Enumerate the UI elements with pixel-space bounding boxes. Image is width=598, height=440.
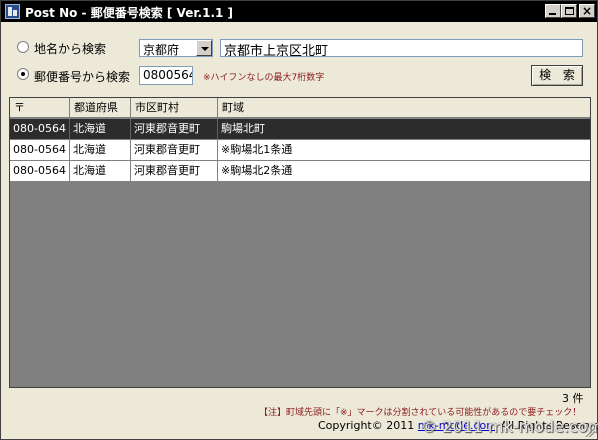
close-icon: × bbox=[582, 4, 593, 18]
results-header: 〒 都道府県 市区町村 町域 bbox=[10, 98, 590, 118]
results-grid[interactable]: 〒 都道府県 市区町村 町域 080-0564 北海道 河東郡音更町 駒場北町 … bbox=[9, 97, 591, 388]
cell-zip: 080-0564 bbox=[10, 161, 70, 181]
resize-grip-icon[interactable] bbox=[584, 426, 595, 437]
column-header-city[interactable]: 市区町村 bbox=[131, 98, 218, 117]
chevron-down-icon[interactable] bbox=[196, 40, 212, 56]
cell-city: 河東郡音更町 bbox=[131, 140, 218, 160]
cell-town: ※駒場北1条通 bbox=[221, 143, 293, 156]
minimize-icon bbox=[549, 13, 556, 15]
column-header-town[interactable]: 町域 bbox=[218, 98, 590, 117]
cell-prefecture: 北海道 bbox=[70, 140, 131, 160]
close-button[interactable]: × bbox=[579, 4, 595, 18]
radio-search-by-place[interactable] bbox=[17, 41, 29, 53]
cell-prefecture: 北海道 bbox=[70, 119, 131, 139]
window-title: Post No - 郵便番号検索 [ Ver.1.1 ] bbox=[25, 6, 234, 20]
cell-town: 駒場北町 bbox=[221, 122, 265, 135]
watermark: © 2011 mk-mode.com bbox=[421, 417, 598, 436]
maximize-icon bbox=[565, 7, 574, 15]
result-count: 3 件 bbox=[562, 392, 584, 405]
cell-prefecture: 北海道 bbox=[70, 161, 131, 181]
address-input[interactable]: 京都市上京区北町 bbox=[220, 39, 583, 57]
minimize-button[interactable] bbox=[545, 4, 561, 18]
search-by-zip-label[interactable]: 郵便番号から検索 bbox=[34, 68, 130, 85]
cell-city: 河東郡音更町 bbox=[131, 119, 218, 139]
cell-city: 河東郡音更町 bbox=[131, 161, 218, 181]
radio-search-by-zip[interactable] bbox=[17, 68, 29, 80]
app-icon[interactable] bbox=[5, 4, 20, 19]
prefecture-select-value: 京都府 bbox=[143, 43, 180, 57]
prefecture-select[interactable]: 京都府 bbox=[139, 39, 213, 57]
column-header-prefecture[interactable]: 都道府県 bbox=[70, 98, 131, 117]
zip-input[interactable]: 0800564 bbox=[139, 66, 193, 85]
cell-zip: 080-0564 bbox=[10, 119, 70, 139]
table-row[interactable]: 080-0564 北海道 河東郡音更町 ※駒場北2条通 bbox=[10, 161, 590, 182]
table-row[interactable]: 080-0564 北海道 河東郡音更町 駒場北町 bbox=[10, 119, 590, 140]
app-window: Post No - 郵便番号検索 [ Ver.1.1 ] × 地名から検索 京都… bbox=[0, 0, 598, 440]
search-by-place-label[interactable]: 地名から検索 bbox=[34, 40, 106, 57]
zip-hint: ※ハイフンなしの最大7桁数字 bbox=[203, 73, 325, 83]
title-bar[interactable]: Post No - 郵便番号検索 [ Ver.1.1 ] × bbox=[1, 1, 597, 22]
table-row[interactable]: 080-0564 北海道 河東郡音更町 ※駒場北1条通 bbox=[10, 140, 590, 161]
cell-zip: 080-0564 bbox=[10, 140, 70, 160]
copyright-prefix: Copyright© 2011 bbox=[318, 419, 418, 432]
maximize-button[interactable] bbox=[561, 4, 577, 18]
column-header-zip[interactable]: 〒 bbox=[10, 98, 70, 117]
cell-town: ※駒場北2条通 bbox=[221, 164, 293, 177]
search-button[interactable]: 検 索 bbox=[531, 65, 583, 86]
